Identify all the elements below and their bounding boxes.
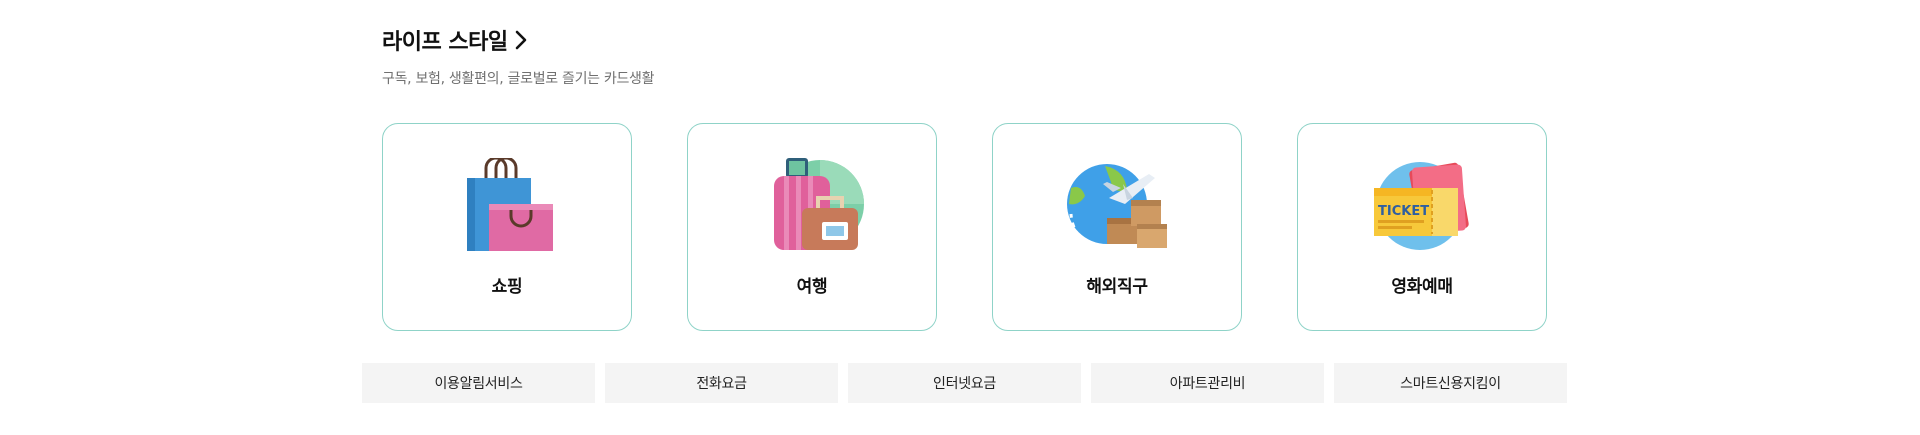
section-header: 라이프 스타일 구독, 보험, 생활편의, 글로벌로 즐기는 카드생활 (382, 24, 655, 88)
section-title-link[interactable]: 라이프 스타일 (382, 24, 654, 56)
category-cards: 쇼핑 여행 해외직구 TICKET 영화예매 (382, 123, 1547, 331)
card-label: 여행 (796, 277, 828, 297)
card-label: 쇼핑 (491, 277, 523, 297)
link-smart-credit-guard[interactable]: 스마트신용지킴이 (1334, 363, 1567, 403)
card-travel[interactable]: 여행 (687, 123, 937, 331)
link-internet-bill[interactable]: 인터넷요금 (848, 363, 1081, 403)
section-subtitle: 구독, 보험, 생활편의, 글로벌로 즐기는 카드생활 (382, 71, 655, 87)
card-movie-booking[interactable]: TICKET 영화예매 (1297, 123, 1547, 331)
link-phone-bill[interactable]: 전화요금 (605, 363, 838, 403)
card-label: 영화예매 (1391, 277, 1453, 297)
global-shipping-icon (1065, 158, 1169, 252)
link-usage-alert-service[interactable]: 이용알림서비스 (362, 363, 595, 403)
chevron-right-icon (514, 29, 528, 51)
card-shopping[interactable]: 쇼핑 (382, 123, 632, 331)
movie-ticket-icon: TICKET (1370, 158, 1474, 252)
card-label: 해외직구 (1086, 277, 1148, 297)
quick-links: 이용알림서비스 전화요금 인터넷요금 아파트관리비 스마트신용지킴이 (362, 363, 1567, 403)
shopping-bags-icon (455, 156, 559, 252)
svg-text:TICKET: TICKET (1378, 204, 1429, 219)
card-global-shopping[interactable]: 해외직구 (992, 123, 1242, 331)
section-title: 라이프 스타일 (382, 30, 508, 55)
travel-luggage-icon (760, 158, 864, 252)
link-apartment-fee[interactable]: 아파트관리비 (1091, 363, 1324, 403)
